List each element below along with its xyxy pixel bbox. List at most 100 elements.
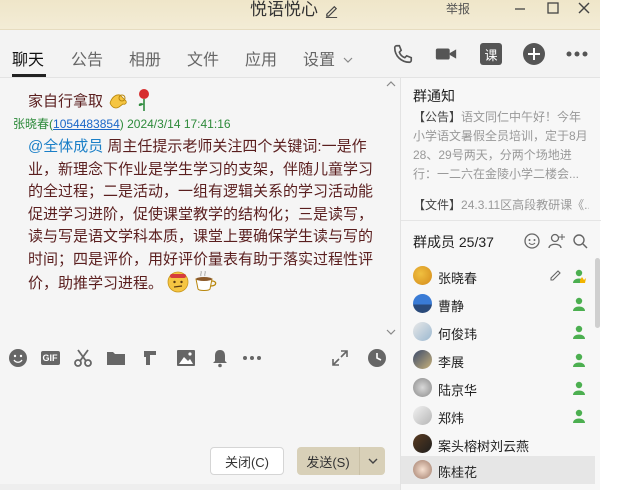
- title-bar: 悦语悦心 举报: [0, 0, 600, 30]
- edit-title-icon[interactable]: [324, 3, 339, 18]
- scroll-up-icon[interactable]: [386, 80, 396, 88]
- send-options-dropdown[interactable]: [359, 447, 385, 475]
- notice-file[interactable]: 【文件】24.3.11区高段教研课《...: [413, 196, 589, 213]
- scissors-icon[interactable]: [73, 348, 93, 368]
- avatar: [413, 460, 432, 479]
- close-window-icon[interactable]: [574, 0, 594, 18]
- member-row[interactable]: 曹静: [401, 290, 595, 318]
- previous-message-tail: 家自行拿取: [28, 88, 153, 112]
- window-title: 悦语悦心: [250, 0, 318, 19]
- tab-album[interactable]: 相册: [129, 46, 161, 70]
- avatar: [413, 350, 432, 369]
- send-button[interactable]: 发送(S): [297, 447, 359, 475]
- gif-icon-label: GIF: [42, 353, 58, 363]
- close-button[interactable]: 关闭(C): [210, 447, 284, 475]
- phone-icon[interactable]: [389, 40, 417, 68]
- rose-emoji-icon: [138, 89, 150, 111]
- member-row[interactable]: 陆京华: [401, 374, 595, 402]
- member-row[interactable]: 陈桂花: [401, 456, 595, 484]
- thinking-face-emoji-icon: [167, 271, 189, 293]
- members-title: 群成员 25/37: [413, 234, 494, 250]
- ok-hand-emoji-icon: [109, 94, 127, 109]
- tab-settings[interactable]: 设置: [303, 46, 353, 70]
- coffee-emoji-icon: [195, 270, 217, 291]
- lesson-icon[interactable]: 课: [477, 40, 505, 68]
- online-status-icon: [573, 297, 585, 311]
- tab-bar: 聊天 公告 相册 文件 应用 设置 课: [0, 30, 600, 78]
- member-name: 何俊玮: [438, 327, 478, 342]
- group-notice-body[interactable]: 【公告】语文同仁中午好！今年小学语文暑假全员培训，定于8月28、29号两天，分两…: [413, 108, 589, 184]
- music-icon[interactable]: [140, 348, 160, 368]
- edit-icon[interactable]: [549, 268, 563, 282]
- history-icon[interactable]: [367, 348, 387, 368]
- gif-icon[interactable]: GIF: [40, 348, 60, 368]
- image-icon[interactable]: [176, 348, 196, 368]
- message-time: 2024/3/14 17:41:16: [127, 117, 231, 131]
- online-status-icon: [573, 325, 585, 339]
- video-icon[interactable]: [432, 40, 460, 68]
- gif-icon-box: GIF: [40, 351, 60, 365]
- more-options-icon[interactable]: [563, 40, 591, 68]
- group-notice-title[interactable]: 群通知: [413, 86, 455, 106]
- tab-files[interactable]: 文件: [187, 46, 219, 70]
- notice-tag: 【公告】: [413, 110, 462, 124]
- sender-name[interactable]: 张晓春: [13, 117, 49, 131]
- member-name: 曹静: [438, 299, 465, 314]
- member-name: 陈桂花: [438, 465, 478, 480]
- avatar: [413, 378, 432, 397]
- owner-icon: [573, 269, 586, 283]
- message-input[interactable]: [0, 376, 400, 442]
- member-name: 李展: [438, 355, 465, 370]
- member-row[interactable]: 案头榕树刘云燕: [401, 430, 595, 458]
- member-list-scrollbar[interactable]: [595, 258, 600, 328]
- avatar: [413, 266, 432, 285]
- maximize-icon[interactable]: [543, 0, 563, 18]
- lesson-icon-box: 课: [480, 43, 502, 65]
- group-side-panel: 群通知 【公告】语文同仁中午好！今年小学语文暑假全员培训，定于8月28、29号两…: [400, 78, 601, 490]
- bottom-strip: [0, 484, 400, 490]
- avatar: [413, 294, 432, 313]
- online-status-icon: [573, 381, 585, 395]
- add-icon[interactable]: [520, 40, 548, 68]
- report-link[interactable]: 举报: [446, 0, 470, 17]
- tab-announcement[interactable]: 公告: [71, 46, 103, 70]
- member-row[interactable]: 张晓春: [401, 262, 595, 290]
- scroll-down-icon[interactable]: [386, 328, 396, 336]
- tab-chat[interactable]: 聊天: [12, 46, 44, 70]
- chevron-down-icon: [344, 57, 353, 63]
- bell-icon[interactable]: [210, 348, 230, 368]
- sender-qq[interactable]: 1054483854: [53, 117, 120, 131]
- avatar: [413, 434, 432, 453]
- folder-icon[interactable]: [106, 348, 126, 368]
- more-tools-icon[interactable]: [242, 348, 262, 368]
- minimize-icon[interactable]: [510, 0, 530, 18]
- online-status-icon: [573, 353, 585, 367]
- lesson-icon-label: 课: [484, 47, 498, 63]
- message-sender: 张晓春(1054483854) 2024/3/14 17:41:16: [13, 117, 231, 131]
- window-title-area: 悦语悦心: [250, 0, 339, 20]
- mention-all[interactable]: @全体成员: [28, 138, 103, 155]
- active-tab-indicator: [12, 74, 46, 77]
- message-body: @全体成员 周主任提示老师关注四个关键词:一是作业，新理念下作业是学生学习的支架…: [28, 136, 378, 296]
- tab-settings-label: 设置: [303, 52, 336, 69]
- member-row[interactable]: 郑炜: [401, 402, 595, 430]
- chat-messages[interactable]: 家自行拿取 张晓春(1054483854) 2024/3/14 17:41:16…: [0, 78, 400, 340]
- member-name: 陆京华: [438, 383, 478, 398]
- input-toolbar: GIF: [0, 340, 400, 376]
- member-row[interactable]: 何俊玮: [401, 318, 595, 346]
- panel-divider: [401, 220, 601, 221]
- member-chat-icon[interactable]: [523, 232, 541, 250]
- tab-apps[interactable]: 应用: [245, 46, 277, 70]
- member-name: 郑炜: [438, 411, 465, 426]
- chevron-down-icon: [368, 458, 377, 464]
- online-status-icon: [573, 409, 585, 423]
- emoji-icon[interactable]: [8, 348, 28, 368]
- add-member-icon[interactable]: [547, 232, 565, 250]
- member-name: 案头榕树刘云燕: [438, 439, 530, 454]
- avatar: [413, 406, 432, 425]
- file-text: 24.3.11区高段教研课《...: [461, 198, 589, 212]
- send-button-group: 发送(S): [297, 447, 385, 475]
- search-member-icon[interactable]: [571, 232, 589, 250]
- expand-icon[interactable]: [330, 348, 350, 368]
- member-row[interactable]: 李展: [401, 346, 595, 374]
